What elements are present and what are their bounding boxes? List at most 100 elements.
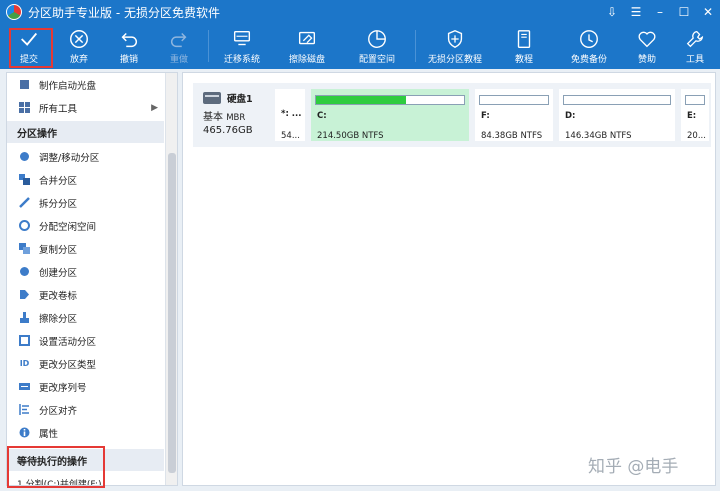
sidebar-item-all-tools[interactable]: 所有工具 ▶ <box>7 96 164 119</box>
left-panel: 制作启动光盘 所有工具 ▶ 分区操作 调整/移动分区 合并分区 拆分分区 分配空… <box>6 72 178 486</box>
partition-detail: 214.50GB NTFS <box>317 131 384 141</box>
partition-detail: 146.34GB NTFS <box>565 131 632 141</box>
sidebar-item-label: 调整/移动分区 <box>39 152 100 164</box>
partition-name: C: <box>317 111 327 121</box>
close-button[interactable]: ✕ <box>696 0 720 24</box>
minimize-button[interactable]: – <box>648 0 672 24</box>
sidebar-item-label: 分配空闲空间 <box>39 221 97 233</box>
allocate-space-button[interactable]: 配置空间 <box>350 24 404 69</box>
partition-detail: 84.38GB NTFS <box>481 131 543 141</box>
partition-block-selected[interactable]: C: 214.50GB NTFS <box>311 89 469 141</box>
wrench-icon <box>686 30 704 48</box>
disk-type-line: 基本 MBR <box>203 108 283 123</box>
sidebar-item-resize-partition[interactable]: 调整/移动分区 <box>7 145 164 168</box>
align-icon <box>19 404 30 415</box>
disk-style: MBR <box>226 113 246 123</box>
info-icon <box>19 427 30 438</box>
id-icon: ID <box>19 359 30 368</box>
usage-bar <box>563 95 671 105</box>
sidebar-item-label: 复制分区 <box>39 244 78 256</box>
book-icon <box>517 30 531 48</box>
heart-icon <box>638 31 656 48</box>
disk-title: 硬盘1 <box>203 91 283 105</box>
donate-button[interactable]: 赞助 <box>628 24 666 69</box>
sidebar-item-create-partition[interactable]: 创建分区 <box>7 260 164 283</box>
redo-button[interactable]: 重做 <box>160 24 198 69</box>
disk-size: 465.76GB <box>203 125 253 136</box>
disk-info: 硬盘1 基本 MBR 465.76GB <box>203 91 283 136</box>
window-title: 分区助手专业版 - 无损分区免费软件 <box>28 5 220 20</box>
sidebar-item-change-type[interactable]: ID 更改分区类型 <box>7 352 164 375</box>
checkmark-icon <box>21 32 38 46</box>
tutorial-label: 教程 <box>514 55 533 65</box>
partition-detail: 54... <box>281 131 300 141</box>
tools-button[interactable]: 工具 <box>676 24 714 69</box>
sidebar-item-wipe-partition[interactable]: 擦除分区 <box>7 306 164 329</box>
commit-button[interactable]: 提交 <box>10 24 48 69</box>
allocate-space-label: 配置空间 <box>358 55 395 65</box>
sidebar-item-label: 属性 <box>39 428 59 440</box>
partition-block[interactable]: D: 146.34GB NTFS <box>559 89 675 141</box>
backup-icon <box>580 30 598 48</box>
create-icon <box>19 266 30 277</box>
sidebar-scrollbar[interactable] <box>165 73 177 485</box>
sidebar-item-change-serial[interactable]: 更改序列号 <box>7 375 164 398</box>
scrollbar-thumb[interactable] <box>168 153 176 473</box>
sidebar-item-change-label[interactable]: 更改卷标 <box>7 283 164 306</box>
lossless-tutorial-label: 无损分区教程 <box>427 55 482 65</box>
sidebar-item-label: 更改卷标 <box>39 290 78 302</box>
sidebar-item-split-partition[interactable]: 拆分分区 <box>7 191 164 214</box>
toolbar-separator <box>415 30 416 62</box>
migrate-system-button[interactable]: 迁移系统 <box>218 24 266 69</box>
wipe-disk-button[interactable]: 擦除磁盘 <box>283 24 331 69</box>
tutorial-button[interactable]: 教程 <box>505 24 543 69</box>
sidebar-list: 制作启动光盘 所有工具 ▶ 分区操作 调整/移动分区 合并分区 拆分分区 分配空… <box>7 73 164 444</box>
disk-row[interactable]: 硬盘1 基本 MBR 465.76GB *: ... 54... C: 214.… <box>193 83 711 147</box>
sidebar-item-label: 设置活动分区 <box>39 336 97 348</box>
undo-button[interactable]: 撤销 <box>110 24 148 69</box>
lossless-tutorial-button[interactable]: 无损分区教程 <box>424 24 486 69</box>
partition-name: D: <box>565 111 576 121</box>
download-icon[interactable]: ⇩ <box>600 0 624 24</box>
pie-chart-icon <box>368 30 386 48</box>
sidebar-item-merge-partition[interactable]: 合并分区 <box>7 168 164 191</box>
window-controls: ⇩ ☰ – ☐ ✕ <box>600 0 720 24</box>
partition-block[interactable]: *: ... 54... <box>275 89 305 141</box>
partition-name: E: <box>687 111 697 121</box>
copy-icon <box>19 243 30 254</box>
redo-label: 重做 <box>169 55 188 65</box>
usage-bar <box>315 95 465 105</box>
cancel-circle-icon <box>70 30 88 48</box>
partition-block[interactable]: F: 84.38GB NTFS <box>475 89 553 141</box>
sidebar-item-make-bootable-cd[interactable]: 制作启动光盘 <box>7 73 164 96</box>
pending-op-item[interactable]: 1.分割(C:)并创建(F:) <box>7 473 164 486</box>
sidebar-item-align-partition[interactable]: 分区对齐 <box>7 398 164 421</box>
migrate-system-label: 迁移系统 <box>223 55 260 65</box>
redo-icon <box>171 32 187 48</box>
sidebar-item-label: 拆分分区 <box>39 198 78 210</box>
disc-icon <box>19 79 30 90</box>
free-backup-button[interactable]: 免费备份 <box>568 24 610 69</box>
partition-ops-heading: 分区操作 <box>7 121 164 143</box>
partition-name: F: <box>481 111 490 121</box>
grid-icon <box>19 102 30 113</box>
sidebar-item-set-active[interactable]: 设置活动分区 <box>7 329 164 352</box>
partition-detail: 20... <box>687 131 706 141</box>
menu-icon[interactable]: ☰ <box>624 0 648 24</box>
watermark: 知乎 @电手 <box>588 457 679 477</box>
maximize-button[interactable]: ☐ <box>672 0 696 24</box>
eraser-icon <box>298 31 316 45</box>
free-backup-label: 免费备份 <box>570 55 607 65</box>
partition-block[interactable]: E: 20... <box>681 89 709 141</box>
app-logo-icon <box>6 4 22 20</box>
sidebar-item-label: 制作启动光盘 <box>39 80 97 92</box>
undo-label: 撤销 <box>119 55 138 65</box>
disk-name: 硬盘1 <box>227 94 253 105</box>
sidebar-item-label: 合并分区 <box>39 175 78 187</box>
merge-icon <box>19 174 30 185</box>
sidebar-item-properties[interactable]: 属性 <box>7 421 164 444</box>
discard-button[interactable]: 放弃 <box>60 24 98 69</box>
discard-label: 放弃 <box>69 55 88 65</box>
sidebar-item-allocate-free-space[interactable]: 分配空闲空间 <box>7 214 164 237</box>
sidebar-item-copy-partition[interactable]: 复制分区 <box>7 237 164 260</box>
